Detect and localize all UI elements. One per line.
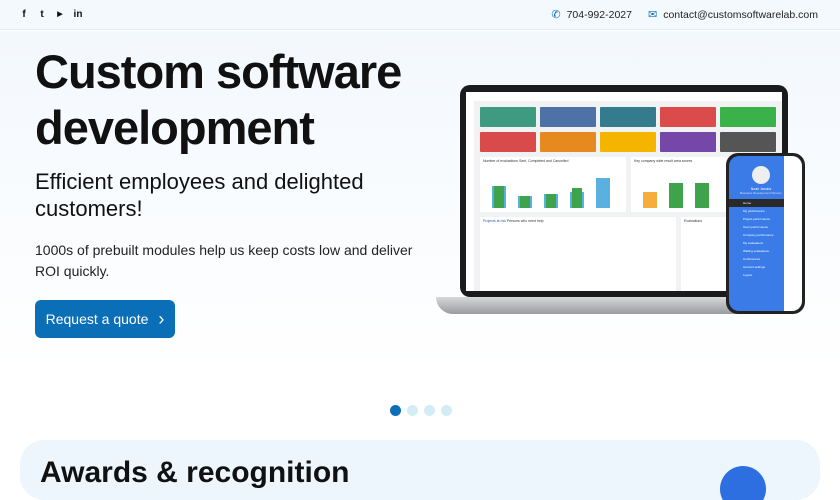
hero-subtitle: Efficient employees and delighted custom… xyxy=(35,169,364,221)
youtube-icon[interactable]: ▶ xyxy=(55,9,65,21)
top-bar: f t ▶ in ✆ 704-992-2027 ✉ contact@custom… xyxy=(0,0,840,30)
carousel-dots xyxy=(390,405,452,416)
email-link[interactable]: contact@customsoftwarelab.com xyxy=(663,9,818,21)
chevron-right-icon: › xyxy=(158,308,165,329)
awards-title: Awards & recognition xyxy=(40,456,350,489)
twitter-icon[interactable]: t xyxy=(37,9,47,21)
award-badge-icon xyxy=(720,466,766,500)
chart1-title: Number of evaluations Sent, Completed an… xyxy=(483,159,569,163)
tab-persons-need-help: Persons who need help xyxy=(506,219,544,223)
request-quote-label: Request a quote xyxy=(45,311,149,327)
carousel-dot[interactable] xyxy=(424,405,435,416)
carousel-dot[interactable] xyxy=(407,405,418,416)
phone-icon: ✆ xyxy=(551,9,561,21)
email-icon: ✉ xyxy=(647,9,658,21)
awards-section: Awards & recognition xyxy=(20,440,820,500)
phone-mockup: Noah Jacobs Business Development Directo… xyxy=(726,153,805,314)
linkedin-icon[interactable]: in xyxy=(73,9,83,21)
contact-info: ✆ 704-992-2027 ✉ contact@customsoftwarel… xyxy=(551,8,818,22)
phone-link[interactable]: 704-992-2027 xyxy=(567,9,632,21)
social-links: f t ▶ in xyxy=(19,9,83,21)
hero-description: 1000s of prebuilt modules help us keep c… xyxy=(35,242,413,279)
facebook-icon[interactable]: f xyxy=(19,9,29,21)
tab-projects-at-risk: Projects at risk xyxy=(483,219,506,223)
hero-title: Custom software development xyxy=(35,45,402,154)
carousel-dot[interactable] xyxy=(441,405,452,416)
carousel-dot[interactable] xyxy=(390,405,401,416)
request-quote-button[interactable]: Request a quote › xyxy=(35,300,175,338)
